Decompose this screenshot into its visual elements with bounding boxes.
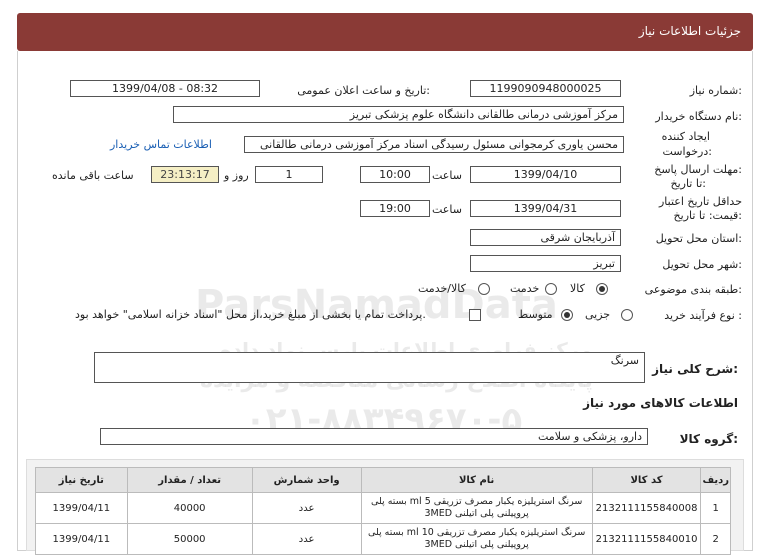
city-field: تبریز [470, 255, 621, 272]
need-number-field: 1199090948000025 [470, 80, 621, 97]
deadline-time-label: ساعت [432, 169, 462, 182]
cell-row-number: 1 [700, 492, 731, 524]
col-header-need-date: تاریخ نیاز [35, 467, 128, 493]
deadline-date-field: 1399/04/10 [470, 166, 621, 183]
panel-title: جزئیات اطلاعات نیاز [638, 24, 741, 38]
col-header-goods-name: نام کالا [360, 467, 593, 493]
creator-label-1: ایجاد کننده [661, 130, 710, 143]
cell-need-date: 1399/04/11 [35, 523, 128, 555]
category-radio-service[interactable] [545, 283, 557, 295]
deadline-label-1: مهلت ارسال پاسخ: [654, 163, 742, 176]
summary-field: سرنگ [94, 352, 645, 383]
need-number-label: شماره نیاز: [689, 84, 742, 97]
process-option-medium: متوسط [518, 308, 553, 321]
col-header-quantity: تعداد / مقدار [126, 467, 253, 493]
cell-need-date: 1399/04/11 [35, 492, 128, 524]
validity-label-2: قیمت: تا تاریخ: [673, 209, 742, 222]
process-radio-medium[interactable] [561, 309, 573, 321]
table-row[interactable]: 1 2132111155840008 سرنگ استریلیزه یکبار … [35, 492, 731, 524]
cell-row-number: 2 [700, 523, 731, 555]
cell-goods-name: سرنگ استریلیزه یکبار مصرف تزریقی 10 ml ب… [360, 523, 593, 555]
cell-quantity: 50000 [126, 523, 253, 555]
process-option-minor: جزیی [585, 308, 611, 321]
buyer-label: نام دستگاه خریدار: [655, 110, 742, 123]
table-row[interactable]: 2 2132111155840010 سرنگ استریلیزه یکبار … [35, 523, 731, 555]
remaining-label: ساعت باقی مانده [52, 169, 134, 182]
announce-field: 1399/04/08 - 08:32 [70, 80, 260, 97]
cell-goods-code: 2132111155840010 [591, 523, 702, 555]
category-option-goods: کالا [570, 282, 585, 295]
goods-section-title: اطلاعات کالاهای مورد نیاز [583, 396, 738, 410]
category-label: طبقه بندی موضوعی: [644, 283, 742, 296]
category-radio-goods[interactable] [596, 283, 608, 295]
deadline-label-2: تا تاریخ: [670, 177, 706, 190]
cell-unit: عدد [251, 523, 362, 555]
province-field: آذربایجان شرقی [470, 229, 621, 246]
process-radio-minor[interactable] [621, 309, 633, 321]
days-field: 1 [255, 166, 323, 183]
province-label: استان محل تحویل: [655, 232, 742, 245]
category-option-service: خدمت [510, 282, 540, 295]
category-option-both: کالا/خدمت [418, 282, 466, 295]
goods-group-label: گروه کالا: [679, 432, 738, 446]
goods-group-field: دارو، پزشکی و سلامت [100, 428, 648, 445]
validity-time-label: ساعت [432, 203, 462, 216]
col-header-unit: واحد شمارش [251, 467, 362, 493]
validity-time-field: 19:00 [360, 200, 430, 217]
treasury-payment-checkbox[interactable] [469, 309, 481, 321]
treasury-payment-note: پرداخت تمام یا بخشی از مبلغ خرید،از محل … [75, 308, 426, 321]
panel-header: جزئیات اطلاعات نیاز [17, 13, 753, 51]
summary-label: شرح کلی نیاز: [652, 362, 738, 376]
cell-goods-code: 2132111155840008 [591, 492, 702, 524]
cell-unit: عدد [251, 492, 362, 524]
announce-label: تاریخ و ساعت اعلان عمومی: [297, 84, 430, 97]
process-label: نوع فرآیند خرید : [664, 309, 742, 322]
buyer-contact-link[interactable]: اطلاعات تماس خریدار [110, 138, 212, 151]
col-header-goods-code: کد کالا [591, 467, 702, 493]
deadline-time-field: 10:00 [360, 166, 430, 183]
cell-goods-name: سرنگ استریلیزه یکبار مصرف تزریقی 5 ml بس… [360, 492, 593, 524]
items-table-header-row: ردیف کد کالا نام کالا واحد شمارش تعداد /… [35, 467, 731, 493]
days-label: روز و [224, 169, 249, 182]
validity-date-field: 1399/04/31 [470, 200, 621, 217]
remaining-time-field: 23:13:17 [151, 166, 219, 183]
buyer-field: مرکز آموزشی درمانی طالقانی دانشگاه علوم … [173, 106, 624, 123]
category-radio-both[interactable] [478, 283, 490, 295]
creator-field: محسن یاوری کرمجوانی مسئول رسیدگی اسناد م… [244, 136, 624, 153]
creator-label-2: درخواست: [662, 145, 713, 158]
cell-quantity: 40000 [126, 492, 253, 524]
col-header-row-number: ردیف [700, 467, 731, 493]
validity-label-1: حداقل تاریخ اعتبار [658, 195, 742, 208]
items-table: ردیف کد کالا نام کالا واحد شمارش تعداد /… [35, 467, 731, 555]
city-label: شهر محل تحویل: [662, 258, 742, 271]
